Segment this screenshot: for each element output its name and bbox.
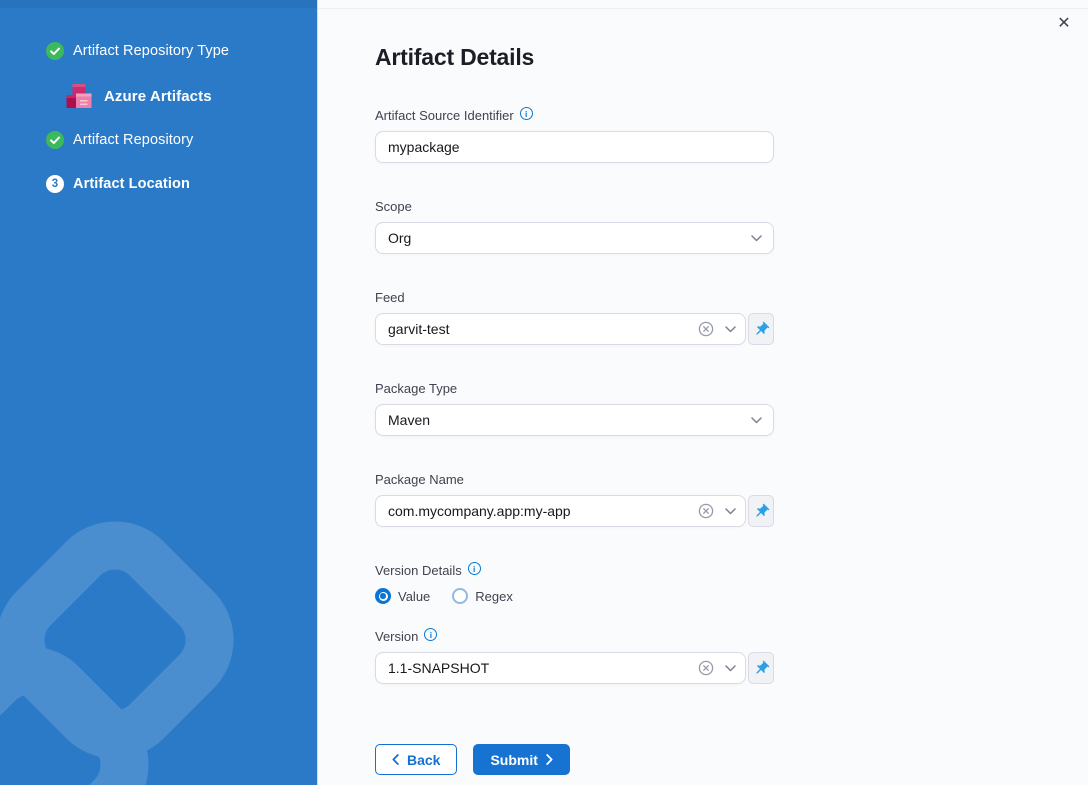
version-label: Version i <box>375 629 774 644</box>
chevron-down-icon[interactable] <box>725 508 736 515</box>
identifier-input[interactable] <box>375 131 774 163</box>
version-combobox[interactable] <box>375 652 746 684</box>
sidebar-item-artifact-repository[interactable]: Artifact Repository <box>46 131 317 149</box>
radio-option-value[interactable]: Value <box>375 588 430 604</box>
package-type-field-group: Package Type <box>375 381 774 436</box>
chevron-left-icon <box>392 754 399 765</box>
radio-selected[interactable] <box>375 588 391 604</box>
info-icon[interactable]: i <box>424 628 437 641</box>
step-label: Artifact Repository <box>73 132 193 148</box>
pin-fixed-value-button[interactable] <box>748 495 774 527</box>
feed-combobox[interactable] <box>375 313 746 345</box>
feed-label: Feed <box>375 290 774 305</box>
package-name-combobox[interactable] <box>375 495 746 527</box>
selected-repo-type-label: Azure Artifacts <box>104 88 212 105</box>
sidebar-item-artifact-repository-type[interactable]: Artifact Repository Type <box>46 42 317 60</box>
scope-select-value[interactable] <box>375 222 774 254</box>
sidebar-item-artifact-location[interactable]: 3 Artifact Location <box>46 175 317 193</box>
step-complete-check-icon <box>46 131 64 149</box>
clear-icon[interactable] <box>698 660 714 676</box>
chevron-down-icon <box>751 417 762 424</box>
scope-field-group: Scope <box>375 199 774 254</box>
chevron-down-icon[interactable] <box>725 326 736 333</box>
harness-logo-watermark <box>0 475 316 785</box>
chevron-right-icon <box>546 754 553 765</box>
radio-option-regex[interactable]: Regex <box>452 588 513 604</box>
chevron-down-icon[interactable] <box>725 665 736 672</box>
version-details-label: Version Details i <box>375 563 774 578</box>
step-label: Artifact Location <box>73 176 190 192</box>
artifact-details-panel: ✕ Artifact Details Artifact Source Ident… <box>317 0 1088 785</box>
clear-icon[interactable] <box>698 503 714 519</box>
pin-icon <box>753 660 770 677</box>
clear-icon[interactable] <box>698 321 714 337</box>
sidebar-item-azure-artifacts[interactable]: Azure Artifacts <box>64 81 317 111</box>
back-button[interactable]: Back <box>375 744 457 775</box>
page-title: Artifact Details <box>375 44 1088 71</box>
package-type-label: Package Type <box>375 381 774 396</box>
package-name-input[interactable] <box>375 495 746 527</box>
info-icon[interactable]: i <box>520 107 533 120</box>
scope-select[interactable] <box>375 222 774 254</box>
package-type-select-value[interactable] <box>375 404 774 436</box>
version-input[interactable] <box>375 652 746 684</box>
radio-unselected[interactable] <box>452 588 468 604</box>
scope-label: Scope <box>375 199 774 214</box>
pin-fixed-value-button[interactable] <box>748 313 774 345</box>
identifier-label: Artifact Source Identifier i <box>375 108 774 123</box>
feed-input[interactable] <box>375 313 746 345</box>
pin-fixed-value-button[interactable] <box>748 652 774 684</box>
identifier-field-group: Artifact Source Identifier i <box>375 108 774 163</box>
version-details-group: Version Details i Value Regex <box>375 563 774 604</box>
pin-icon <box>753 321 770 338</box>
chevron-down-icon <box>751 235 762 242</box>
info-icon[interactable]: i <box>468 562 481 575</box>
wizard-sidebar: Artifact Repository Type Azure Artifacts… <box>0 0 317 785</box>
package-type-select[interactable] <box>375 404 774 436</box>
version-field-group: Version i <box>375 629 774 684</box>
step-label: Artifact Repository Type <box>73 43 229 59</box>
step-complete-check-icon <box>46 42 64 60</box>
package-name-field-group: Package Name <box>375 472 774 527</box>
step-number-badge: 3 <box>46 175 64 193</box>
submit-button[interactable]: Submit <box>473 744 569 775</box>
azure-artifacts-icon <box>64 81 94 111</box>
artifact-details-form: Artifact Source Identifier i Scope Feed <box>375 108 774 775</box>
package-name-label: Package Name <box>375 472 774 487</box>
feed-field-group: Feed <box>375 290 774 345</box>
close-icon[interactable]: ✕ <box>1052 10 1076 34</box>
pin-icon <box>753 503 770 520</box>
